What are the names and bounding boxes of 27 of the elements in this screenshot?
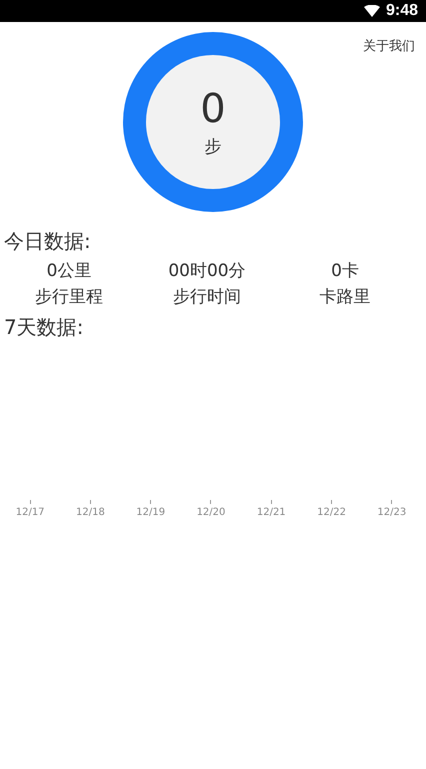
stat-label: 卡路里	[320, 286, 370, 309]
stat-value: 0卡	[331, 260, 359, 283]
stat-label: 步行里程	[35, 286, 103, 309]
axis-label: 12/22	[317, 507, 346, 518]
section-title: 7天数据:	[3, 314, 84, 340]
wifi-icon	[364, 5, 380, 17]
axis-tick	[270, 500, 272, 504]
stat-label: 步行时间	[173, 286, 241, 309]
axis-label: 12/20	[196, 507, 226, 518]
axis-label: 12/23	[377, 507, 406, 518]
stat-value: 0公里	[46, 260, 92, 283]
about-link[interactable]: 关于我们	[363, 37, 415, 55]
axis-tick	[210, 500, 212, 504]
axis-tick	[331, 500, 332, 504]
axis-label: 12/17	[16, 507, 45, 518]
section-title: 今日数据:	[3, 228, 92, 254]
axis-label: 12/18	[76, 507, 105, 518]
step-unit: 步	[204, 136, 222, 158]
axis-label: 12/19	[136, 507, 166, 518]
axis-tick	[391, 500, 392, 504]
axis-tick	[150, 500, 152, 504]
axis-tick	[30, 500, 31, 504]
status-time: 9:48	[386, 2, 418, 20]
stat-value: 00时00分	[168, 260, 246, 283]
axis-label: 12/21	[256, 507, 286, 518]
axis-tick	[90, 500, 91, 504]
step-count: 0	[200, 86, 226, 130]
